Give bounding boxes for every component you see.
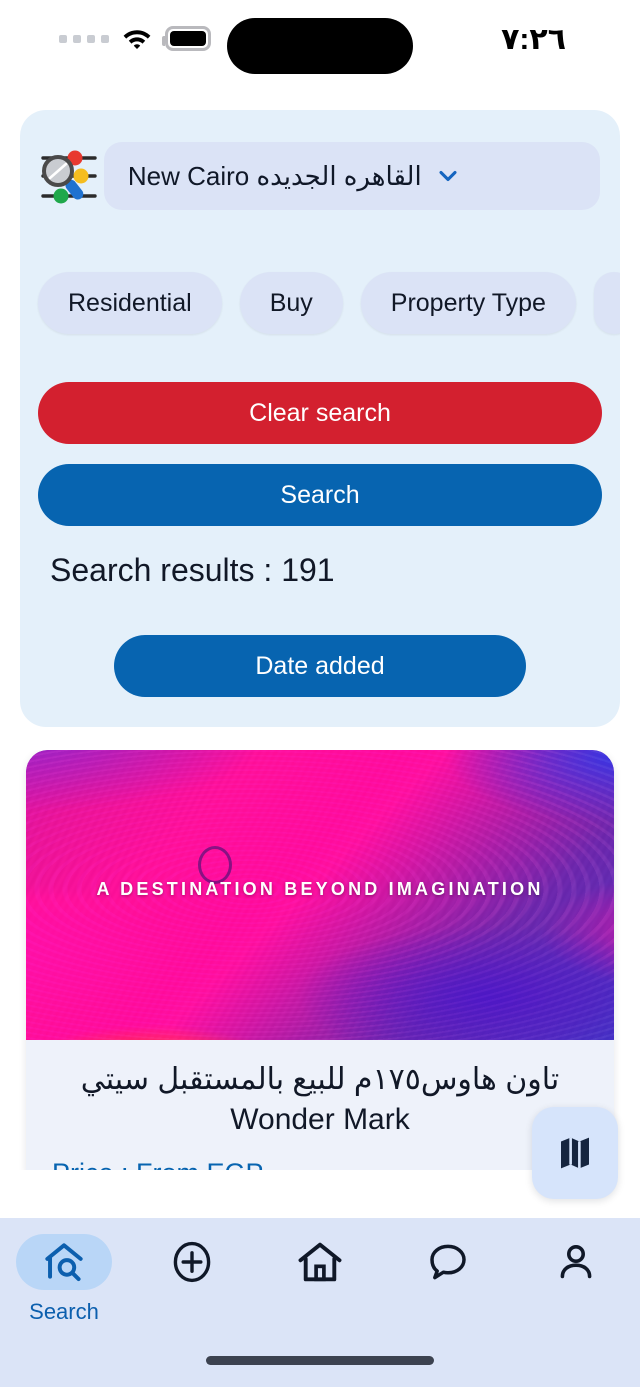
search-button[interactable]: Search	[38, 464, 602, 526]
property-title: تاون هاوس١٧٥م للبيع بالمستقبل سيتي Wonde…	[80, 1063, 560, 1136]
filter-chip-label: Residential	[68, 288, 192, 317]
filter-chip-residential[interactable]: Residential	[38, 272, 222, 334]
nav-item-add[interactable]	[128, 1218, 256, 1338]
location-dropdown[interactable]: القاهره الجديده New Cairo	[103, 142, 600, 210]
status-bar-clock: ٧:٢٦	[501, 23, 566, 56]
filter-chip-property-type[interactable]: Property Type	[360, 272, 576, 334]
filter-chips-scroller[interactable]: Residential Buy Property Type	[20, 266, 620, 340]
chat-bubble-icon	[430, 1244, 466, 1280]
house-search-icon	[45, 1243, 83, 1282]
property-card[interactable]: A DESTINATION BEYOND IMAGINATION تاون ها…	[26, 750, 614, 1170]
battery-icon	[162, 26, 211, 51]
signal-dots-icon	[59, 34, 109, 43]
property-card-body: تاون هاوس١٧٥م للبيع بالمستقبل سيتي Wonde…	[26, 1040, 614, 1170]
phone-screen: ٧:٢٦ القاهره الجديده New Cairo Residenti…	[0, 0, 640, 1387]
plus-circle-icon	[173, 1241, 211, 1283]
filter-chip-next-partial[interactable]	[593, 272, 620, 334]
dynamic-island	[227, 18, 413, 74]
status-bar: ٧:٢٦	[0, 0, 640, 92]
location-value: القاهره الجديده New Cairo	[127, 161, 422, 191]
person-icon	[560, 1245, 592, 1279]
search-filter-settings-icon[interactable]	[32, 140, 104, 212]
status-bar-left	[55, 26, 211, 51]
search-panel: القاهره الجديده New Cairo Residential Bu…	[20, 110, 620, 727]
sort-date-added-button[interactable]: Date added	[114, 635, 526, 697]
filter-chip-label: Buy	[269, 288, 313, 317]
home-icon	[298, 1242, 342, 1282]
nav-item-search[interactable]: Search	[0, 1218, 128, 1338]
property-price: Price : From EGP	[52, 1158, 588, 1170]
property-list: A DESTINATION BEYOND IMAGINATION تاون ها…	[0, 750, 640, 1170]
wifi-icon	[123, 29, 151, 49]
property-image: A DESTINATION BEYOND IMAGINATION	[26, 750, 614, 1040]
search-results-count: Search results : 191	[50, 552, 335, 588]
filter-chip-buy[interactable]: Buy	[239, 272, 343, 334]
map-icon	[561, 1137, 589, 1169]
nav-item-home[interactable]	[256, 1218, 384, 1338]
location-row: القاهره الجديده New Cairo	[40, 142, 600, 210]
map-view-button[interactable]	[532, 1107, 618, 1199]
nav-item-profile[interactable]	[512, 1218, 640, 1338]
property-image-caption: A DESTINATION BEYOND IMAGINATION	[96, 879, 544, 899]
filter-chip-label: Property Type	[390, 288, 546, 317]
nav-item-chat[interactable]	[384, 1218, 512, 1338]
clear-search-button[interactable]: Clear search	[38, 382, 602, 444]
nav-item-label: Search	[29, 1299, 99, 1324]
chevron-down-icon	[439, 170, 457, 182]
bottom-navigation: Search	[0, 1218, 640, 1387]
home-indicator[interactable]	[206, 1356, 434, 1365]
